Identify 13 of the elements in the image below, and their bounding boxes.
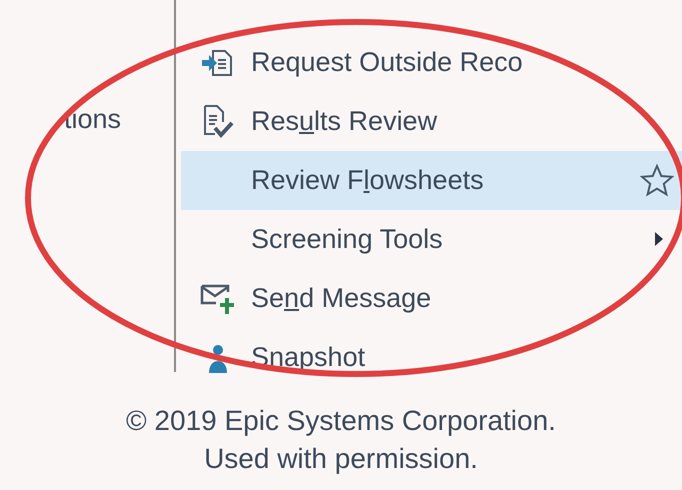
- menu-item[interactable]: Review Flowsheets: [181, 151, 682, 210]
- menu-item[interactable]: Send Message: [181, 269, 682, 328]
- menu-item[interactable]: Request Outside Reco: [181, 33, 682, 92]
- document-check-icon: [201, 104, 235, 140]
- import-document-icon: [201, 48, 235, 78]
- copyright-text: © 2019 Epic Systems Corporation.: [126, 404, 556, 438]
- copyright-text: Used with permission.: [204, 442, 478, 476]
- menu-item[interactable]: Results Review: [181, 92, 682, 151]
- menu-item[interactable]: Screening Tools: [181, 210, 682, 269]
- envelope-plus-icon: [200, 282, 236, 314]
- star-icon[interactable]: [640, 164, 674, 197]
- submenu-arrow-icon: [654, 231, 664, 247]
- menu-item[interactable]: Snapshot: [181, 328, 682, 387]
